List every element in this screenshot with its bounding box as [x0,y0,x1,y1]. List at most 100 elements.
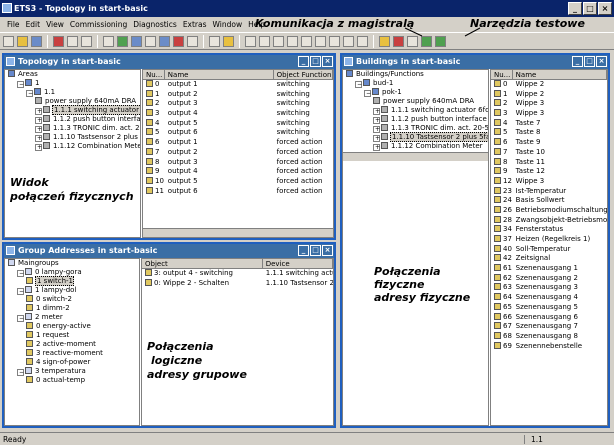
list-item[interactable]: 4 Taste 7 [491,118,607,129]
buildings-minimize-button[interactable]: _ [572,56,583,67]
buildings-close-button[interactable]: × [596,56,607,67]
expand-toggle-icon[interactable]: − [17,315,24,322]
tree-node[interactable]: 0 energy-active [5,322,139,331]
topology-object-list[interactable]: Nu... Name Object Function 0 output 1 swit… [142,69,334,238]
expand-toggle-icon[interactable]: + [373,117,380,124]
list-item[interactable]: 7 Taste 10 [491,147,607,158]
column-object[interactable]: Object [142,259,263,268]
tree-node[interactable]: 1 switch-1 [5,276,139,286]
list-item[interactable]: 8 Taste 11 [491,157,607,168]
buildings-object-list[interactable]: Nu... Name 0 Wippe 2 1 Wippe 2 2 Wippe 3 3 Wipp… [490,69,608,426]
expand-toggle-icon[interactable]: + [373,108,380,115]
list-item[interactable]: 62 Szenenausgang 2 [491,273,607,284]
column-number[interactable]: Nu... [491,70,513,79]
list-item[interactable]: 34 Fensterstatus [491,225,607,235]
buildings-maximize-button[interactable]: □ [584,56,595,67]
list-item[interactable]: 0 output 1 switching [143,80,333,90]
list-item[interactable]: 3 Wippe 3 [491,109,607,119]
list-item[interactable]: 1 output 2 switching [143,89,333,100]
tree-node[interactable]: 1 dimm-2 [5,304,139,313]
list-item[interactable]: 23 Ist-Temperatur [491,186,607,197]
tree-node[interactable]: +1.1.1 switching actuator 6fold [5,105,140,115]
column-number[interactable]: Nu... [143,70,165,79]
tree-node[interactable]: −1 [5,79,140,88]
list-item[interactable]: 26 Betriebsmodiumschaltung [491,205,607,216]
tree-node[interactable]: Maingroups [5,259,139,268]
tree-node[interactable]: − 3 temperatura [5,367,139,376]
list-item[interactable]: 4 output 5 switching [143,118,333,129]
list-item[interactable]: 40 Soll-Temperatur [491,244,607,255]
list-item[interactable]: 9 Taste 12 [491,167,607,177]
list-item[interactable]: 69 Szenennebenstelle [491,341,607,352]
column-name[interactable]: Name [165,70,274,79]
topology-minimize-button[interactable]: _ [298,56,309,67]
list-item[interactable]: 9 output 4 forced action [143,167,333,177]
tree-node[interactable]: +1.1.2 push button interface 2.0 F [343,115,488,124]
tree-node[interactable]: − bud-1 [343,79,488,88]
expand-toggle-icon[interactable]: + [35,144,42,151]
list-item[interactable]: 12 Wippe 3 [491,176,607,187]
tree-horizontal-scrollbar[interactable] [343,152,488,161]
tree-node[interactable]: +1.1.2 push button interface : [5,115,140,124]
tree-node[interactable]: Buildings/Functions [343,70,488,79]
tree-node[interactable]: 4 sign-of-power [5,358,139,367]
list-item[interactable]: 0 Wippe 2 [491,80,607,90]
list-item[interactable]: 3 output 4 switching [143,109,333,119]
tree-node[interactable]: +1.1.10 Tastsensor 2 plus 5fach V2 [343,132,488,142]
expand-toggle-icon[interactable]: − [17,270,24,277]
topology-close-button[interactable]: × [322,56,333,67]
list-item[interactable]: 7 output 2 forced action [143,147,333,158]
list-item[interactable]: 10 output 5 forced action [143,176,333,187]
column-object-function[interactable]: Object Function [274,70,333,79]
list-item[interactable]: 8 output 3 forced action [143,157,333,168]
list-item[interactable]: 3: output 4 - switching 1.1.1 switching a… [142,269,333,279]
tree-node[interactable]: 1 request [5,331,139,340]
list-item[interactable]: 6 output 1 forced action [143,138,333,148]
column-name[interactable]: Name [513,70,607,79]
list-item[interactable]: 61 Szenenausgang 1 [491,264,607,274]
tree-node[interactable]: 3 reactive-moment [5,349,139,358]
groups-minimize-button[interactable]: _ [298,245,309,256]
tree-node[interactable]: +1.1.1 switching actuator 6fold 6A [343,106,488,115]
tree-node[interactable]: Areas [5,70,140,79]
expand-toggle-icon[interactable]: − [17,81,24,88]
tree-node[interactable]: +1.1.12 Combination Meter [343,142,488,151]
groups-maximize-button[interactable]: □ [310,245,321,256]
list-item[interactable]: 64 Szenenausgang 4 [491,293,607,303]
expand-toggle-icon[interactable]: + [35,117,42,124]
expand-toggle-icon[interactable]: + [35,126,42,133]
list-item[interactable]: 24 Basis Sollwert [491,196,607,206]
list-item[interactable]: 5 output 6 switching [143,128,333,138]
tree-node[interactable]: − 1 lampy-dol [5,286,139,295]
list-item[interactable]: 2 output 3 switching [143,99,333,109]
list-item[interactable]: 28Zwangsobjekt-Betriebsmodus [491,215,607,226]
group-addresses-window[interactable]: Group Addresses in start-basic _ □ × Maing… [2,242,336,428]
groups-close-button[interactable]: × [322,245,333,256]
tree-node[interactable]: +1.1.10 Tastsensor 2 plus 5fa [5,133,140,142]
tree-node[interactable]: 0 actual-temp [5,376,139,385]
tree-node[interactable]: power supply 640mA DRA [343,97,488,106]
tree-node[interactable]: +1.1.3 TRONIC dim. act. 20-50 [5,124,140,133]
tree-node[interactable]: − 1.1 [5,88,140,97]
topology-window[interactable]: Topology in start-basic _ □ × Areas −1−1.1 p… [2,53,336,240]
expand-toggle-icon[interactable]: + [35,108,42,115]
expand-toggle-icon[interactable]: + [35,135,42,142]
topology-maximize-button[interactable]: □ [310,56,321,67]
list-item[interactable]: 66 Szenenausgang 6 [491,312,607,323]
tree-node[interactable]: 2 active-moment [5,340,139,349]
tree-node[interactable]: − pok-1 [343,88,488,97]
column-device[interactable]: Device [263,259,333,268]
list-item[interactable]: 0: Wippe 2 - Schalten 1.1.10 Tastsensor 2… [142,278,333,289]
expand-toggle-icon[interactable]: − [355,81,362,88]
list-item[interactable]: 63 Szenenausgang 3 [491,283,607,293]
expand-toggle-icon[interactable]: − [17,288,24,295]
list-item[interactable]: 2 Wippe 3 [491,99,607,109]
topology-tree[interactable]: Areas −1−1.1 power supply 640mA DRA +1.1.1 … [4,69,141,238]
group-address-tree[interactable]: Maingroups − 0 lampy-gora 1 switch-1 − 1 lamp… [4,258,140,426]
list-item[interactable]: 11 output 6 forced action [143,186,333,197]
list-item[interactable]: 37 Heizen (Regelkreis 1) [491,235,607,245]
buildings-tree[interactable]: Buildings/Functions − bud-1− pok-1 power sup… [342,69,489,426]
list-item[interactable]: 65 Szenenausgang 5 [491,302,607,313]
buildings-window[interactable]: Buildings in start-basic _ □ × Buildings/F… [340,53,610,428]
horizontal-scrollbar[interactable] [143,228,333,237]
